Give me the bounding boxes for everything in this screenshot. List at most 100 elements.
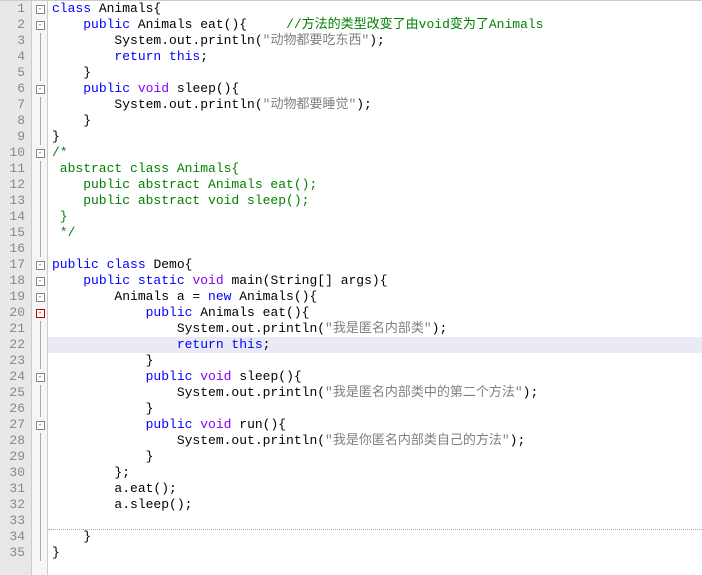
line-number: 18 <box>0 273 25 289</box>
line-number: 2 <box>0 17 25 33</box>
code-area[interactable]: class Animals{ public Animals eat(){ //方… <box>48 1 702 575</box>
code-token: sleep(){ <box>231 369 301 385</box>
fold-minus-icon[interactable]: - <box>36 85 45 94</box>
code-token <box>52 417 146 433</box>
code-line[interactable]: a.sleep(); <box>48 497 702 513</box>
fold-cell <box>32 33 48 49</box>
code-line[interactable]: Animals a = new Animals(){ <box>48 289 702 305</box>
code-line[interactable]: return this; <box>48 337 702 353</box>
fold-guide <box>40 49 41 65</box>
code-line[interactable]: } <box>48 529 702 545</box>
fold-cell[interactable]: - <box>32 273 48 289</box>
fold-cell <box>32 161 48 177</box>
code-line[interactable]: } <box>48 353 702 369</box>
code-line[interactable]: a.eat(); <box>48 481 702 497</box>
line-number: 6 <box>0 81 25 97</box>
fold-cell <box>32 481 48 497</box>
code-line[interactable]: /* <box>48 145 702 161</box>
code-token: run(){ <box>231 417 286 433</box>
code-line[interactable]: System.out.println("动物都要睡觉"); <box>48 97 702 113</box>
code-token <box>52 305 146 321</box>
code-line[interactable]: class Animals{ <box>48 1 702 17</box>
fold-cell[interactable]: - <box>32 369 48 385</box>
fold-cell <box>32 465 48 481</box>
code-line[interactable] <box>48 513 702 529</box>
line-number: 22 <box>0 337 25 353</box>
code-line[interactable]: } <box>48 113 702 129</box>
code-line[interactable]: abstract class Animals{ <box>48 161 702 177</box>
code-line[interactable]: public void sleep(){ <box>48 81 702 97</box>
fold-guide <box>40 497 41 513</box>
fold-cell[interactable]: - <box>32 81 48 97</box>
code-line[interactable]: public void sleep(){ <box>48 369 702 385</box>
code-line[interactable]: public class Demo{ <box>48 257 702 273</box>
code-line[interactable]: */ <box>48 225 702 241</box>
code-line[interactable]: System.out.println("我是匿名内部类"); <box>48 321 702 337</box>
code-line[interactable]: }; <box>48 465 702 481</box>
code-line[interactable] <box>48 241 702 257</box>
code-token <box>192 369 200 385</box>
fold-guide <box>40 225 41 241</box>
fold-cell <box>32 49 48 65</box>
code-token: main(String[] args){ <box>224 273 388 289</box>
code-line[interactable]: public static void main(String[] args){ <box>48 273 702 289</box>
code-token: abstract class Animals{ <box>52 161 239 177</box>
fold-minus-icon[interactable]: - <box>36 21 45 30</box>
code-token: } <box>52 113 91 129</box>
code-line[interactable]: System.out.println("动物都要吃东西"); <box>48 33 702 49</box>
code-token: void <box>200 417 231 433</box>
code-token: ); <box>432 321 448 337</box>
code-token: ; <box>263 337 271 353</box>
line-number: 9 <box>0 129 25 145</box>
fold-minus-icon[interactable]: - <box>36 277 45 286</box>
fold-cell[interactable]: - <box>32 1 48 17</box>
fold-cell[interactable]: - <box>32 257 48 273</box>
fold-minus-icon[interactable]: - <box>36 421 45 430</box>
code-line[interactable]: return this; <box>48 49 702 65</box>
line-number: 1 <box>0 1 25 17</box>
code-line[interactable]: } <box>48 449 702 465</box>
fold-guide <box>40 113 41 129</box>
code-token: public <box>146 369 193 385</box>
code-line[interactable]: } <box>48 545 702 561</box>
fold-cell[interactable]: - <box>32 145 48 161</box>
code-token: return this <box>177 337 263 353</box>
fold-minus-icon[interactable]: - <box>36 149 45 158</box>
code-token: class <box>107 257 146 273</box>
code-token: void <box>192 273 223 289</box>
fold-minus-icon[interactable]: - <box>36 261 45 270</box>
code-line[interactable]: } <box>48 65 702 81</box>
code-line[interactable]: System.out.println("我是你匿名内部类自己的方法"); <box>48 433 702 449</box>
code-token: Animals a = <box>52 289 208 305</box>
code-token <box>99 257 107 273</box>
line-number: 11 <box>0 161 25 177</box>
fold-guide <box>40 193 41 209</box>
fold-cell[interactable]: - <box>32 417 48 433</box>
code-line[interactable]: } <box>48 209 702 225</box>
line-number: 30 <box>0 465 25 481</box>
fold-cell[interactable]: - <box>32 17 48 33</box>
code-token: /* <box>52 145 68 161</box>
fold-minus-icon[interactable]: - <box>36 5 45 14</box>
line-number: 10 <box>0 145 25 161</box>
code-line[interactable]: public Animals eat(){ //方法的类型改变了由void变为了… <box>48 17 702 33</box>
code-token: Animals(){ <box>231 289 317 305</box>
code-line[interactable]: public abstract Animals eat(); <box>48 177 702 193</box>
code-line[interactable]: public Animals eat(){ <box>48 305 702 321</box>
line-number: 23 <box>0 353 25 369</box>
fold-guide <box>40 433 41 449</box>
code-line[interactable]: } <box>48 401 702 417</box>
code-line[interactable]: public void run(){ <box>48 417 702 433</box>
fold-cell <box>32 401 48 417</box>
code-token: public <box>146 417 193 433</box>
fold-cell[interactable]: - <box>32 289 48 305</box>
fold-cell[interactable]: - <box>32 305 48 321</box>
code-token: public abstract void sleep(); <box>52 193 309 209</box>
fold-minus-icon[interactable]: - <box>36 373 45 382</box>
fold-guide <box>40 481 41 497</box>
code-line[interactable]: public abstract void sleep(); <box>48 193 702 209</box>
fold-minus-icon[interactable]: - <box>36 309 45 318</box>
fold-minus-icon[interactable]: - <box>36 293 45 302</box>
code-line[interactable]: System.out.println("我是匿名内部类中的第二个方法"); <box>48 385 702 401</box>
code-line[interactable]: } <box>48 129 702 145</box>
